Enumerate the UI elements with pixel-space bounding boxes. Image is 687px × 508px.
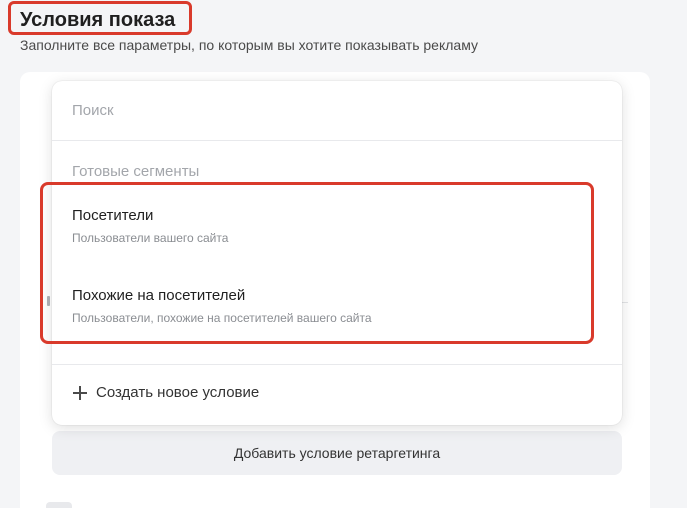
section-title: Условия показа <box>20 9 176 31</box>
add-retargeting-condition-button[interactable]: Добавить условие ретаргетинга <box>52 431 622 475</box>
section-subtitle: Заполните все параметры, по которым вы х… <box>20 37 478 53</box>
option-lookalike-visitors[interactable]: Похожие на посетителей Пользователи, пох… <box>52 282 622 334</box>
option-description: Пользователи вашего сайта <box>72 231 229 245</box>
card-divider-fragment <box>622 302 628 303</box>
search-input[interactable] <box>52 81 622 141</box>
option-visitors[interactable]: Посетители Пользователи вашего сайта <box>52 202 622 254</box>
option-title: Похожие на посетителей <box>72 287 246 304</box>
hidden-field-fragment <box>47 296 50 306</box>
plus-icon <box>73 386 87 400</box>
group-header-ready-segments: Готовые сегменты <box>72 163 200 180</box>
checkbox-fragment[interactable] <box>46 502 72 508</box>
create-new-condition-button[interactable]: Создать новое условие <box>52 365 622 425</box>
option-description: Пользователи, похожие на посетителей ваш… <box>72 311 372 325</box>
page: Условия показа Заполните все параметры, … <box>0 0 687 508</box>
option-title: Посетители <box>72 207 154 224</box>
segments-dropdown: Готовые сегменты Посетители Пользователи… <box>52 81 622 425</box>
create-new-condition-label: Создать новое условие <box>96 384 260 401</box>
